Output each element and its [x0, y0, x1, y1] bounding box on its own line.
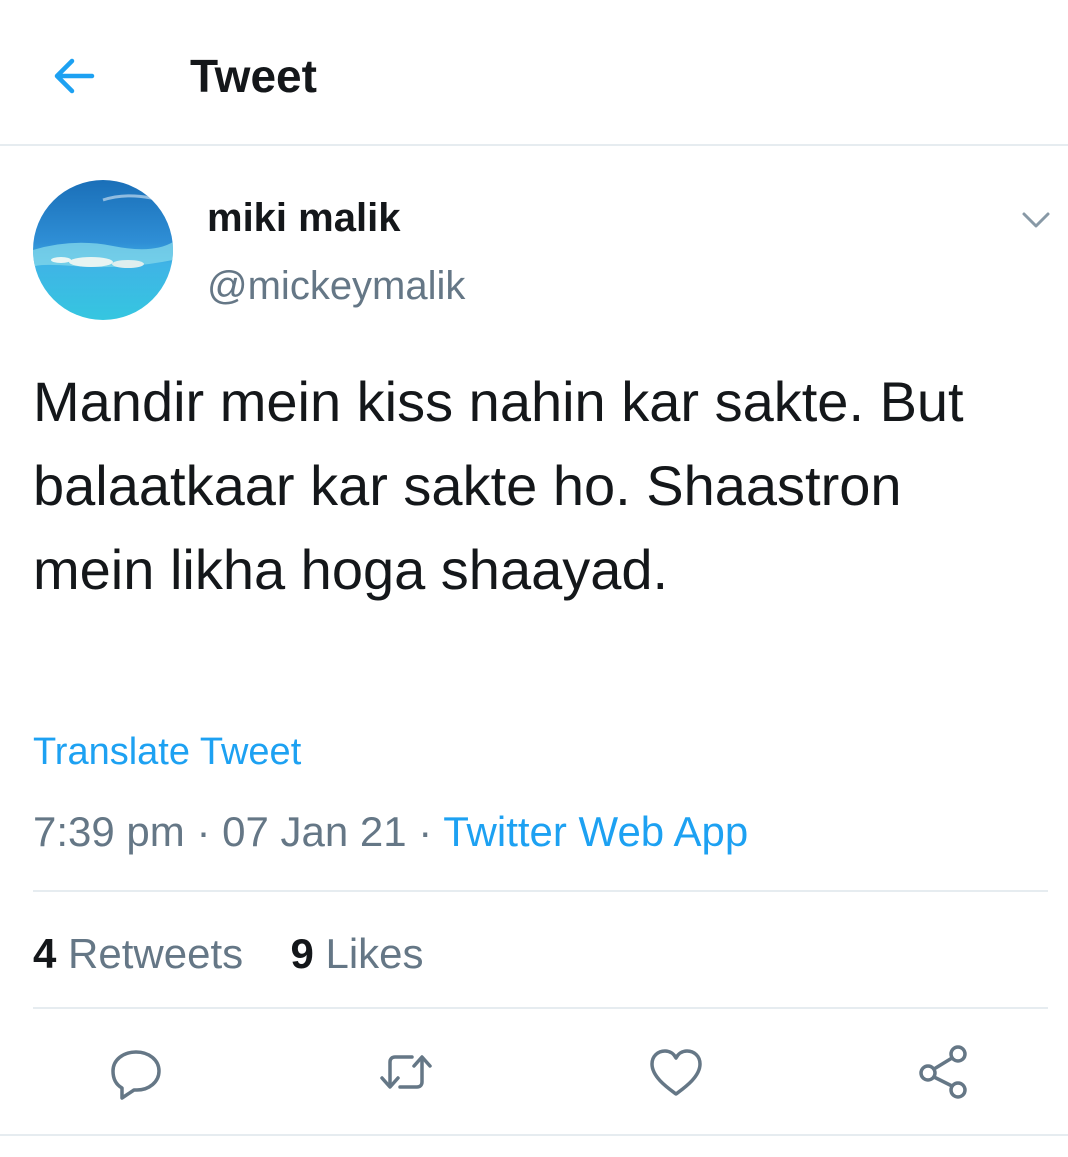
tweet-date: 07 Jan 21 [222, 808, 407, 855]
share-button[interactable] [912, 1040, 976, 1104]
tweet-source-link[interactable]: Twitter Web App [443, 808, 748, 855]
translate-tweet-link[interactable]: Translate Tweet [33, 726, 301, 778]
meta-separator: · [196, 808, 211, 855]
back-button[interactable] [48, 50, 100, 102]
tweet-meta: 7:39 pm · 07 Jan 21 · Twitter Web App [33, 804, 748, 860]
top-bar: Tweet [0, 0, 1068, 146]
chevron-down-icon [1022, 212, 1050, 228]
avatar[interactable] [33, 180, 173, 320]
like-button[interactable] [644, 1040, 708, 1104]
tweet-text: Mandir mein kiss nahin kar sakte. But ba… [33, 370, 964, 601]
divider [0, 1134, 1068, 1136]
divider [33, 1007, 1048, 1009]
divider [33, 890, 1048, 892]
likes-label: Likes [325, 930, 424, 977]
retweets-label: Retweets [68, 930, 244, 977]
arrow-left-icon [54, 58, 95, 94]
author-handle[interactable]: @mickeymalik [207, 260, 465, 312]
likes-stat[interactable]: 9 Likes [290, 930, 423, 977]
avatar-image [33, 180, 173, 320]
retweet-icon [380, 1055, 432, 1089]
likes-count: 9 [290, 930, 314, 977]
page-title: Tweet [190, 50, 317, 102]
tweet-time: 7:39 pm [33, 808, 185, 855]
more-options-button[interactable] [1016, 200, 1056, 240]
author-display-name[interactable]: miki malik [207, 192, 400, 244]
retweets-stat[interactable]: 4 Retweets [33, 930, 255, 977]
like-icon [650, 1049, 702, 1096]
retweet-button[interactable] [374, 1040, 438, 1104]
reply-button[interactable] [104, 1040, 168, 1104]
meta-separator: · [418, 808, 433, 855]
retweets-count: 4 [33, 930, 57, 977]
tweet-stats: 4 Retweets 9 Likes [33, 926, 424, 982]
reply-icon [111, 1050, 161, 1100]
share-icon [919, 1045, 967, 1099]
